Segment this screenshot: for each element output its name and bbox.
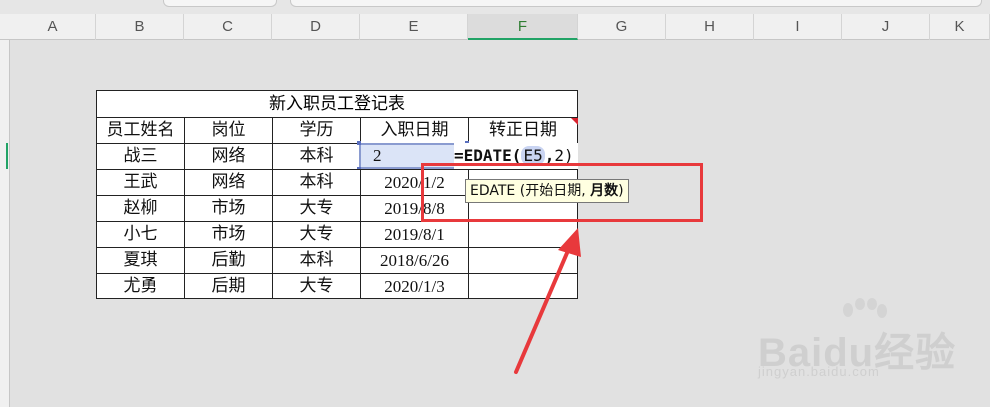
watermark-url: jingyan.baidu.com bbox=[758, 364, 880, 379]
baidu-watermark: Baidu经验 jingyan.baidu.com bbox=[758, 298, 958, 393]
